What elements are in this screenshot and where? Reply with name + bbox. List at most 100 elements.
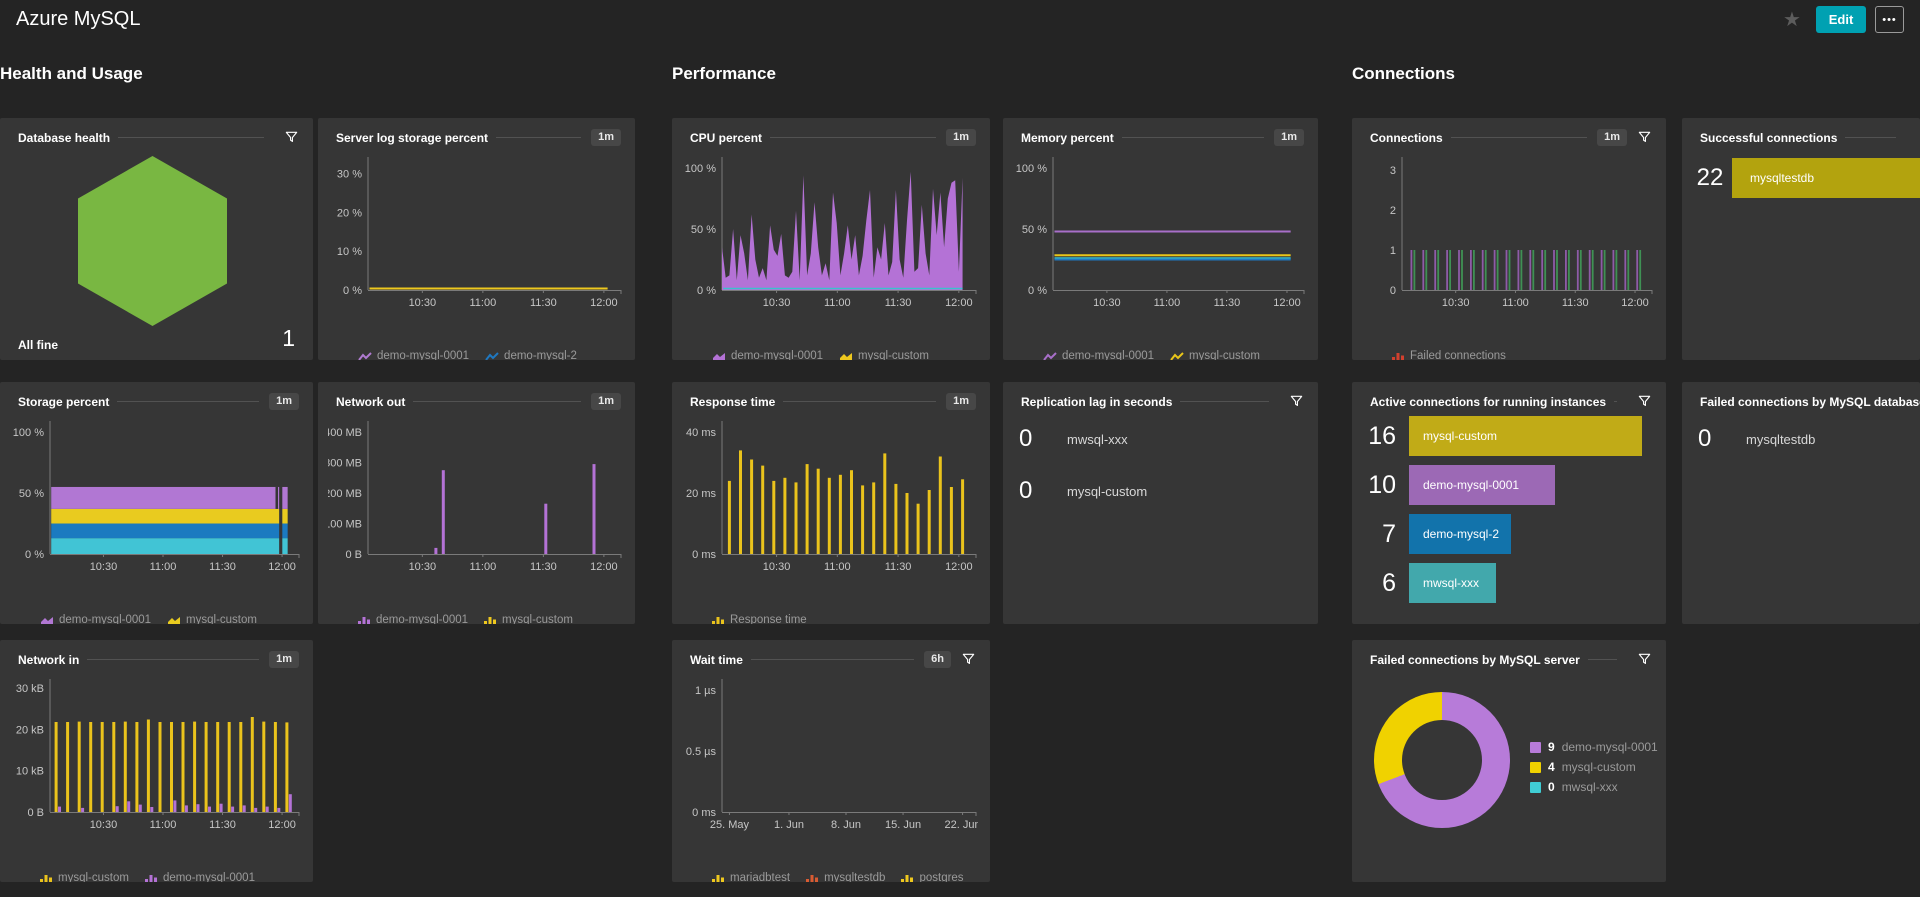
tile-title: Storage percent <box>18 394 110 409</box>
svg-text:11:30: 11:30 <box>1214 297 1241 309</box>
storage-chart: 0 % 50 % 100 % 10:30 11:00 11:30 12:00 <box>13 421 300 573</box>
title-rule <box>413 401 582 402</box>
tile-database-health[interactable]: Database health All fine 1 <box>0 118 313 360</box>
legend-item[interactable]: mysql-custom <box>1170 350 1260 360</box>
donut-legend-item[interactable]: 0 mwsql-xxx <box>1530 780 1658 794</box>
title-rule <box>1121 137 1265 138</box>
status-label: All fine <box>18 338 59 352</box>
filter-icon[interactable] <box>284 130 299 145</box>
legend-item[interactable]: demo-mysql-0001 <box>358 614 468 624</box>
legend-item[interactable]: mysqltestdb <box>806 872 885 882</box>
svg-text:0 ms: 0 ms <box>692 549 716 561</box>
tile-failed-connections-server[interactable]: Failed connections by MySQL server 9 demo… <box>1352 640 1666 882</box>
tile-replication-lag[interactable]: Replication lag in seconds 0 mwsql-xxx 0 my… <box>1003 382 1318 624</box>
health-hexagon <box>78 156 227 326</box>
hbar-row: 10 demo-mysql-0001 <box>1352 465 1666 505</box>
legend-item[interactable]: mysql-custom <box>167 614 257 624</box>
legend-item[interactable]: mariadbtest <box>712 872 790 882</box>
svg-text:0 %: 0 % <box>343 285 362 297</box>
svg-text:0 %: 0 % <box>1028 285 1047 297</box>
value-rows: 0 mwsql-xxx 0 mysql-custom <box>1003 410 1318 506</box>
tile-wait-time[interactable]: Wait time 6h 0 ms 0.5 µs 1 µs 25. May 1. Jun… <box>672 640 990 882</box>
donut-legend-item[interactable]: 9 demo-mysql-0001 <box>1530 740 1658 754</box>
tile-storage-percent[interactable]: Storage percent 1m 0 % 50 % 100 % 10:30 11:0… <box>0 382 313 624</box>
tile-server-log-storage[interactable]: Server log storage percent 1m 0 % 10 % 20 … <box>318 118 635 360</box>
legend-item[interactable]: mysql-custom <box>839 350 929 360</box>
filter-icon[interactable] <box>1289 394 1304 409</box>
svg-text:11:00: 11:00 <box>150 561 177 573</box>
value-row: 0 mwsql-xxx <box>1019 424 1300 454</box>
svg-text:1 µs: 1 µs <box>695 685 717 697</box>
legend-item[interactable]: mysql-custom <box>40 872 129 882</box>
legend-item[interactable]: mysql-custom <box>484 614 573 624</box>
svg-text:20 kB: 20 kB <box>16 724 44 736</box>
more-options-button[interactable]: ••• <box>1875 6 1904 33</box>
tile-title: Server log storage percent <box>336 130 489 145</box>
svg-text:11:00: 11:00 <box>1502 297 1529 309</box>
tile-active-connections[interactable]: Active connections for running instances… <box>1352 382 1666 624</box>
tile-header: Network in 1m <box>0 640 313 668</box>
favorite-star-icon[interactable]: ★ <box>1783 7 1801 32</box>
svg-text:11:30: 11:30 <box>530 297 557 309</box>
svg-text:100 %: 100 % <box>1016 163 1047 175</box>
legend-item[interactable]: postgres <box>901 872 964 882</box>
svg-text:11:00: 11:00 <box>824 561 851 573</box>
filter-icon[interactable] <box>1637 652 1652 667</box>
metric-bar[interactable]: mysqltestdb <box>1732 158 1920 198</box>
svg-text:11:30: 11:30 <box>1562 297 1589 309</box>
title-rule <box>1587 659 1617 660</box>
hbar-value: 16 <box>1368 421 1396 450</box>
svg-text:20 %: 20 % <box>337 207 362 219</box>
svg-text:0: 0 <box>1390 285 1396 297</box>
donut-legend-item[interactable]: 4 mysql-custom <box>1530 760 1658 774</box>
tile-network-out[interactable]: Network out 1m 0 B 100 MB 200 MB 300 MB 400 … <box>318 382 635 624</box>
legend-item[interactable]: demo-mysql-0001 <box>1043 350 1154 360</box>
svg-text:40 ms: 40 ms <box>686 427 716 439</box>
tile-memory-percent[interactable]: Memory percent 1m 0 % 50 % 100 % 10:30 11:00… <box>1003 118 1318 360</box>
timeframe-badge: 1m <box>591 129 621 146</box>
svg-text:10:30: 10:30 <box>90 819 118 831</box>
legend-item[interactable]: Response time <box>712 614 807 624</box>
title-rule <box>783 401 937 402</box>
tile-title: Memory percent <box>1021 130 1114 145</box>
tile-connections[interactable]: Connections 1m 0 1 2 3 10:30 11:00 11:30 12:00 … <box>1352 118 1666 360</box>
legend-item[interactable]: demo-mysql-0001 <box>712 350 823 360</box>
tile-failed-connections-db[interactable]: Failed connections by MySQL database 0 my… <box>1682 382 1920 624</box>
legend-item[interactable]: demo-mysql-0001 <box>358 350 469 360</box>
hbar[interactable]: demo-mysql-0001 <box>1409 465 1555 505</box>
tile-network-in[interactable]: Network in 1m 0 B 10 kB 20 kB 30 kB 10:30 11:… <box>0 640 313 882</box>
legend-item[interactable]: demo-mysql-2 <box>485 350 577 360</box>
svg-text:10 %: 10 % <box>337 246 362 258</box>
tile-successful-connections[interactable]: Successful connections 22 mysqltestdb <box>1682 118 1920 360</box>
filter-icon[interactable] <box>1637 394 1652 409</box>
timeframe-badge: 1m <box>946 129 976 146</box>
tile-header: Server log storage percent 1m <box>318 118 635 146</box>
legend-item[interactable]: demo-mysql-0001 <box>144 872 255 882</box>
edit-button[interactable]: Edit <box>1816 6 1866 33</box>
tile-title: Connections <box>1370 130 1443 145</box>
chart-area: 0 % 10 % 20 % 30 % 10:30 11:00 11:30 12:00 <box>318 146 635 350</box>
svg-text:12:00: 12:00 <box>590 297 618 309</box>
hbar[interactable]: demo-mysql-2 <box>1409 514 1511 554</box>
tile-response-time[interactable]: Response time 1m 0 ms 20 ms 40 ms 10:30 11:0… <box>672 382 990 624</box>
svg-text:11:30: 11:30 <box>885 561 912 573</box>
row-value: 0 <box>1698 425 1712 452</box>
section-performance: Performance <box>672 64 776 83</box>
title-rule <box>750 659 915 660</box>
tile-title: Replication lag in seconds <box>1021 394 1173 409</box>
filter-icon[interactable] <box>1637 130 1652 145</box>
tile-header: Database health <box>0 118 313 146</box>
filter-icon[interactable] <box>961 652 976 667</box>
svg-text:8. Jun: 8. Jun <box>831 819 861 831</box>
row-value: 0 <box>1019 477 1033 504</box>
hbar[interactable]: mwsql-xxx <box>1409 563 1496 603</box>
tile-cpu-percent[interactable]: CPU percent 1m 0 % 50 % 100 % 10:30 11:00 11:… <box>672 118 990 360</box>
legend-item[interactable]: demo-mysql-0001 <box>40 614 151 624</box>
legend-item[interactable]: Failed connections <box>1392 350 1506 360</box>
hbar[interactable]: mysql-custom <box>1409 416 1642 456</box>
tile-title: Response time <box>690 394 776 409</box>
horizontal-bars: 16 mysql-custom 10 demo-mysql-0001 7 demo-mys… <box>1352 410 1666 603</box>
svg-text:50 %: 50 % <box>19 488 44 500</box>
hbar-value: 10 <box>1368 470 1396 499</box>
chart-legend: Failed connectionsTotal number of connec… <box>1392 350 1652 360</box>
